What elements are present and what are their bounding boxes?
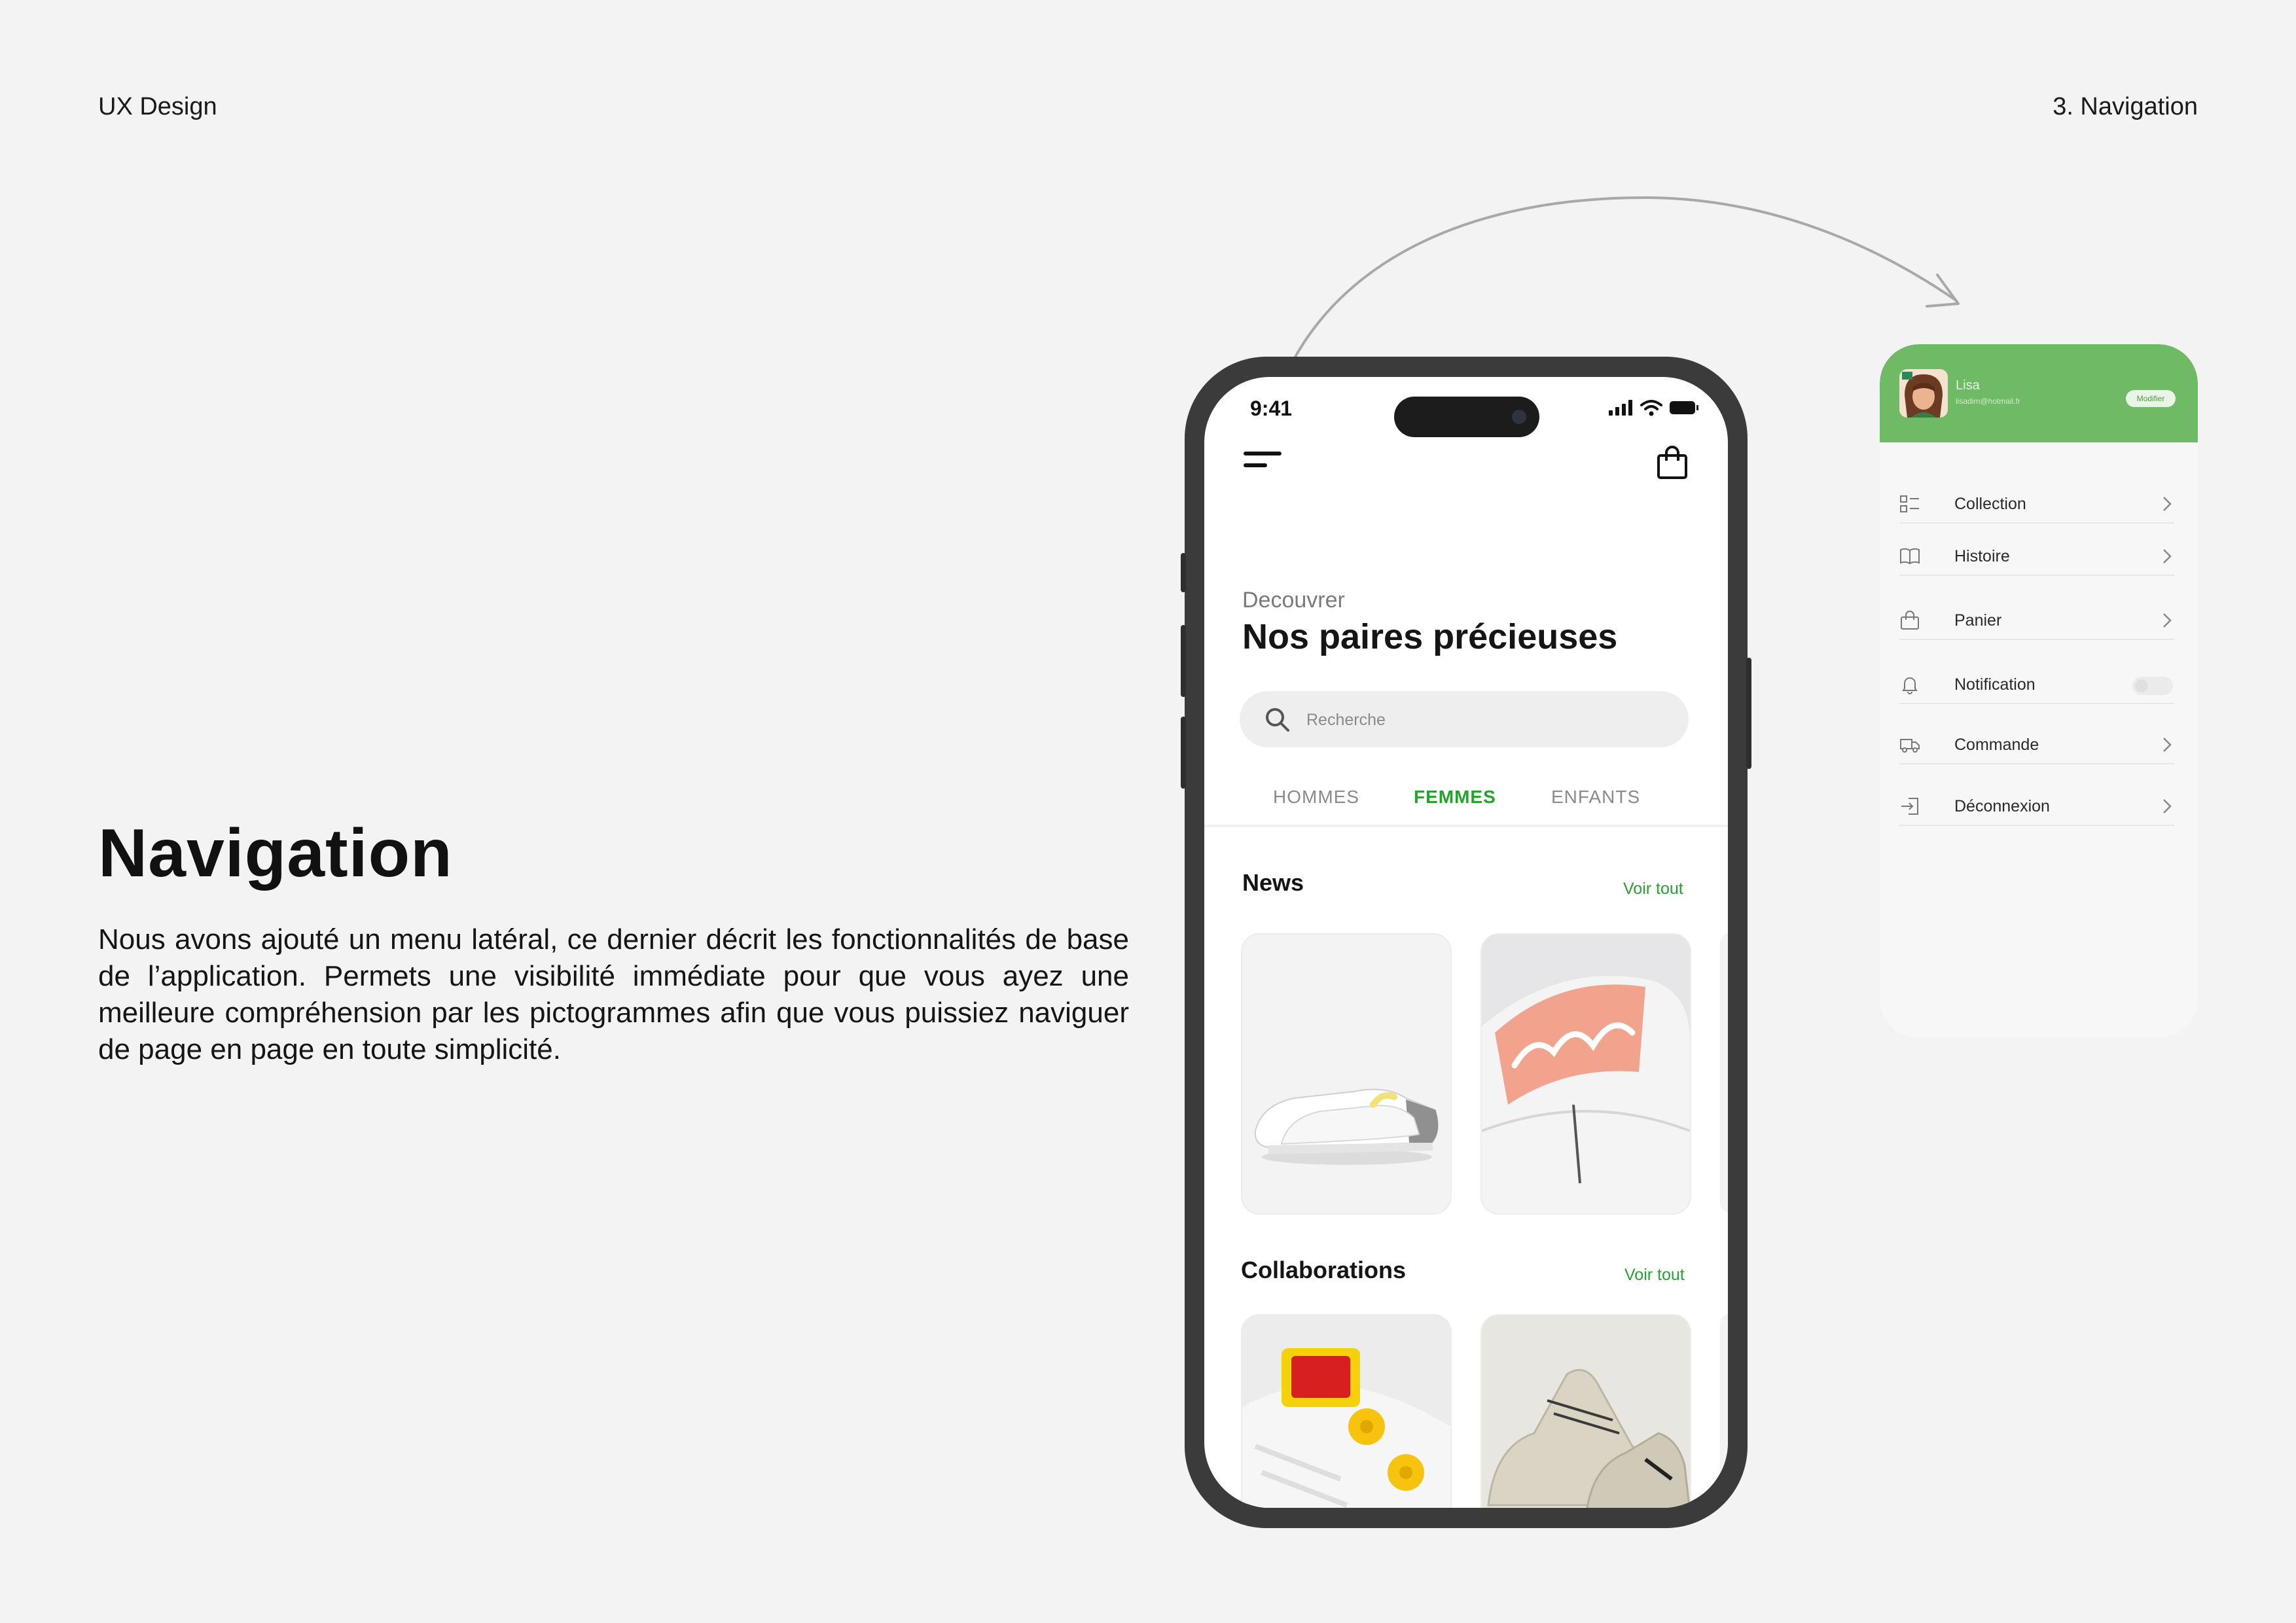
notification-toggle[interactable] [2132,677,2173,695]
product-card[interactable] [1241,1314,1452,1508]
side-menu-panel: Lisa lisadim@hotmail.fr Modifier Collect… [1880,344,2198,1038]
bag-icon [1901,611,1919,630]
tab-hommes[interactable]: HOMMES [1273,787,1359,808]
avatar-image [1899,369,1948,418]
card-peek [1720,933,1728,1212]
headline: Nos paires précieuses [1242,617,1618,656]
menu-item-label: Panier [1954,611,2002,630]
menu-item-collection[interactable]: Collection [1899,484,2174,524]
chevron-right-icon [2163,613,2172,628]
menu-item-label: Histoire [1954,547,2010,565]
collaborations-section-title: Collaborations [1241,1257,1407,1283]
dynamic-island [1394,397,1539,437]
menu-item-label: Notification [1954,675,2036,694]
tab-femmes[interactable]: FEMMES [1414,787,1496,808]
menu-item-label: Déconnexion [1954,797,2050,815]
status-time: 9:41 [1250,397,1293,420]
chevron-right-icon [2163,738,2172,752]
chevron-right-icon [2163,549,2172,563]
product-card[interactable] [1480,1314,1691,1508]
status-icons [1609,399,1699,416]
news-section-title: News [1242,869,1304,896]
list-icon [1900,495,1919,512]
menu-item-label: Commande [1954,736,2039,754]
product-card[interactable] [1241,933,1452,1215]
edit-profile-button[interactable]: Modifier [2126,390,2176,407]
user-email: lisadim@hotmail.fr [1956,397,2020,406]
search-bar[interactable] [1240,691,1689,749]
menu-item-histoire[interactable]: Histoire [1899,537,2174,576]
header-left-label: UX Design [98,93,217,120]
tabs-divider [1204,825,1728,827]
truck-icon [1900,739,1920,753]
search-icon [1266,708,1289,732]
sneaker-image [1482,1315,1690,1508]
menu-item-commande[interactable]: Commande [1899,725,2174,764]
eyebrow-text: Decouvrer [1242,588,1345,613]
hamburger-menu-icon[interactable] [1242,449,1284,475]
logout-icon [1901,798,1918,815]
chevron-right-icon [2163,799,2172,813]
section-description: Nous avons ajouté un menu latéral, ce de… [98,923,1129,1065]
menu-item-panier[interactable]: Panier [1899,601,2174,640]
profile-header: Lisa lisadim@hotmail.fr Modifier [1880,344,2198,442]
news-see-all-link[interactable]: Voir tout [1623,880,1683,899]
section-title: Navigation [98,815,453,891]
user-name: Lisa [1956,378,1980,393]
chevron-right-icon [2163,497,2172,511]
collaborations-see-all-link[interactable]: Voir tout [1624,1266,1685,1285]
card-peek [1720,1314,1728,1508]
product-card[interactable] [1480,933,1691,1215]
battery-icon [1670,401,1698,414]
header-right-label: 3. Navigation [2053,93,2198,120]
menu-item-label: Collection [1954,495,2026,513]
sneaker-image [1482,935,1690,1213]
phone-screen: 9:41 Decouvrer Nos paires précieuses HOM… [1204,377,1728,1508]
book-icon [1900,548,1920,565]
signal-icon [1609,400,1632,416]
avatar[interactable] [1899,369,1948,418]
menu-item-notification[interactable]: Notification [1899,665,2174,704]
bell-icon [1902,677,1918,694]
sneaker-image [1242,1315,1450,1508]
sneaker-image [1254,1088,1439,1165]
menu-item-deconnexion[interactable]: Déconnexion [1899,787,2174,826]
tab-enfants[interactable]: ENFANTS [1551,787,1640,808]
shopping-bag-icon[interactable] [1655,445,1690,480]
wifi-icon [1640,400,1662,416]
search-input[interactable] [1305,691,1674,749]
